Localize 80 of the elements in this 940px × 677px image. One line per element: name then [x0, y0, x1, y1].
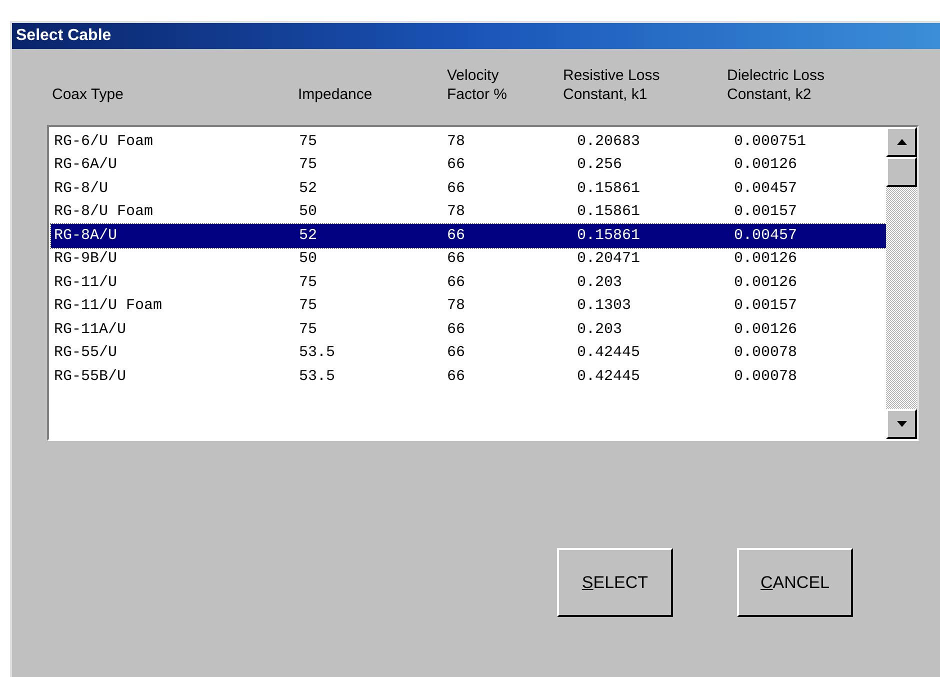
table-cell-text: 78 — [447, 296, 466, 316]
table-cell-text: 0.15861 — [577, 202, 642, 222]
table-cell-text: 66 — [447, 249, 466, 269]
list-row[interactable]: RG-55/U 53.5 66 0.42445 0.00078 — [51, 342, 886, 365]
table-cell-text: 0.42445 — [577, 366, 642, 386]
table-cell-text: 0.00126 — [734, 320, 798, 340]
list-row[interactable]: RG-6/U Foam 75 78 0.20683 0.000751 — [51, 130, 886, 154]
list-row[interactable]: RG-6A/U 75 66 0.256 0.00126 — [51, 154, 886, 177]
table-cell-text: RG-8/U Foam — [54, 202, 154, 222]
table-cell-text: RG-55/U — [54, 343, 118, 363]
up-arrow-icon — [896, 139, 906, 145]
table-cell-text: 0.15861 — [577, 226, 642, 246]
column-header: Resistive Loss Constant, k1 — [563, 66, 661, 104]
table-cell-text: RG-11A/U — [54, 320, 128, 340]
list-row[interactable]: RG-11A/U 75 66 0.203 0.00126 — [51, 318, 886, 342]
table-cell-text: 0.1303 — [577, 296, 632, 316]
table-cell-text: 50 — [299, 202, 318, 222]
table-cell-text: 0.20471 — [577, 249, 642, 269]
table-cell-text: RG-55B/U — [54, 366, 128, 386]
table-cell-text: 75 — [299, 272, 318, 292]
table-cell-text: 0.42445 — [577, 343, 642, 363]
table-cell-text: 0.15861 — [577, 178, 642, 198]
list-row[interactable]: RG-9B/U 50 66 0.20471 0.00126 — [51, 248, 886, 271]
table-cell-text: 0.256 — [577, 155, 624, 175]
table-cell-text: 75 — [299, 296, 318, 316]
table-cell-text: 66 — [447, 226, 466, 246]
table-cell-text: 66 — [447, 366, 466, 386]
list-row[interactable]: RG-11/U 75 66 0.203 0.00126 — [51, 271, 886, 294]
list-row[interactable]: RG-8A/U 52 66 0.15861 0.00457 — [51, 224, 886, 248]
table-cell-text: 0.00457 — [734, 178, 798, 198]
down-arrow-icon — [896, 421, 906, 427]
list-row[interactable]: RG-8/U 52 66 0.15861 0.00457 — [51, 177, 886, 200]
table-cell-text: 66 — [447, 343, 466, 363]
table-cell-text: 0.00078 — [734, 366, 798, 386]
table-cell-text: 0.20683 — [577, 132, 642, 152]
table-cell-text: 66 — [447, 320, 466, 340]
table-cell-text: 0.00126 — [734, 249, 798, 269]
column-header: Dielectric Loss Constant, k2 — [727, 66, 826, 104]
table-cell-text: 0.00157 — [734, 296, 798, 316]
table-cell-text: RG-9B/U — [54, 249, 118, 269]
table-cell-text: 52 — [299, 226, 318, 246]
table-cell-text: RG-6A/U — [54, 155, 118, 175]
table-cell-text: 75 — [299, 320, 318, 340]
table-cell-text: 53.5 — [299, 343, 336, 363]
scroll-up-button[interactable] — [886, 127, 917, 157]
table-cell-text: 0.00126 — [734, 272, 798, 292]
table-cell-text: 78 — [447, 202, 466, 222]
column-header: Coax Type — [52, 84, 124, 104]
table-cell-text: 52 — [299, 178, 318, 198]
scroll-down-button[interactable] — [886, 409, 917, 439]
table-cell-text: 66 — [447, 178, 466, 198]
table-cell-text: 0.203 — [577, 272, 624, 292]
table-cell-text: 66 — [447, 155, 466, 175]
table-cell-text: RG-11/U — [54, 272, 118, 292]
table-cell-text: 0.00457 — [734, 226, 798, 246]
scroll-thumb[interactable] — [886, 157, 917, 187]
table-cell-text: RG-11/U Foam — [54, 296, 164, 316]
list-row[interactable]: RG-11/U Foam 75 78 0.1303 0.00157 — [51, 294, 886, 318]
list-row[interactable]: RG-8/U Foam 50 78 0.15861 0.00157 — [51, 200, 886, 224]
window-title: Select Cable — [16, 26, 112, 46]
select-button[interactable]: SELECT — [557, 548, 673, 617]
table-cell-text: RG-8/U — [54, 178, 110, 198]
scrollbar[interactable] — [886, 127, 917, 439]
table-cell-text: RG-8A/U — [54, 226, 118, 246]
table-cell-text: 0.203 — [577, 320, 624, 340]
table-cell-text: 0.00126 — [734, 155, 798, 175]
table-cell-text: RG-6/U Foam — [54, 132, 154, 152]
table-cell-text: 0.00157 — [734, 202, 798, 222]
table-cell-text: 78 — [447, 132, 466, 152]
table-cell-text: 50 — [299, 249, 318, 269]
table-cell-text: 0.00078 — [734, 343, 798, 363]
list-row[interactable]: RG-55B/U 53.5 66 0.42445 0.00078 — [51, 365, 886, 388]
cancel-button[interactable]: CANCEL — [737, 548, 853, 617]
column-header: Velocity Factor % — [447, 66, 508, 104]
table-cell-text: 75 — [299, 155, 318, 175]
table-cell-text: 0.000751 — [734, 132, 808, 152]
table-cell-text: 53.5 — [299, 366, 336, 386]
table-cell-text: 66 — [447, 272, 466, 292]
table-cell-text: 75 — [299, 132, 318, 152]
column-header: Impedance — [298, 84, 374, 104]
